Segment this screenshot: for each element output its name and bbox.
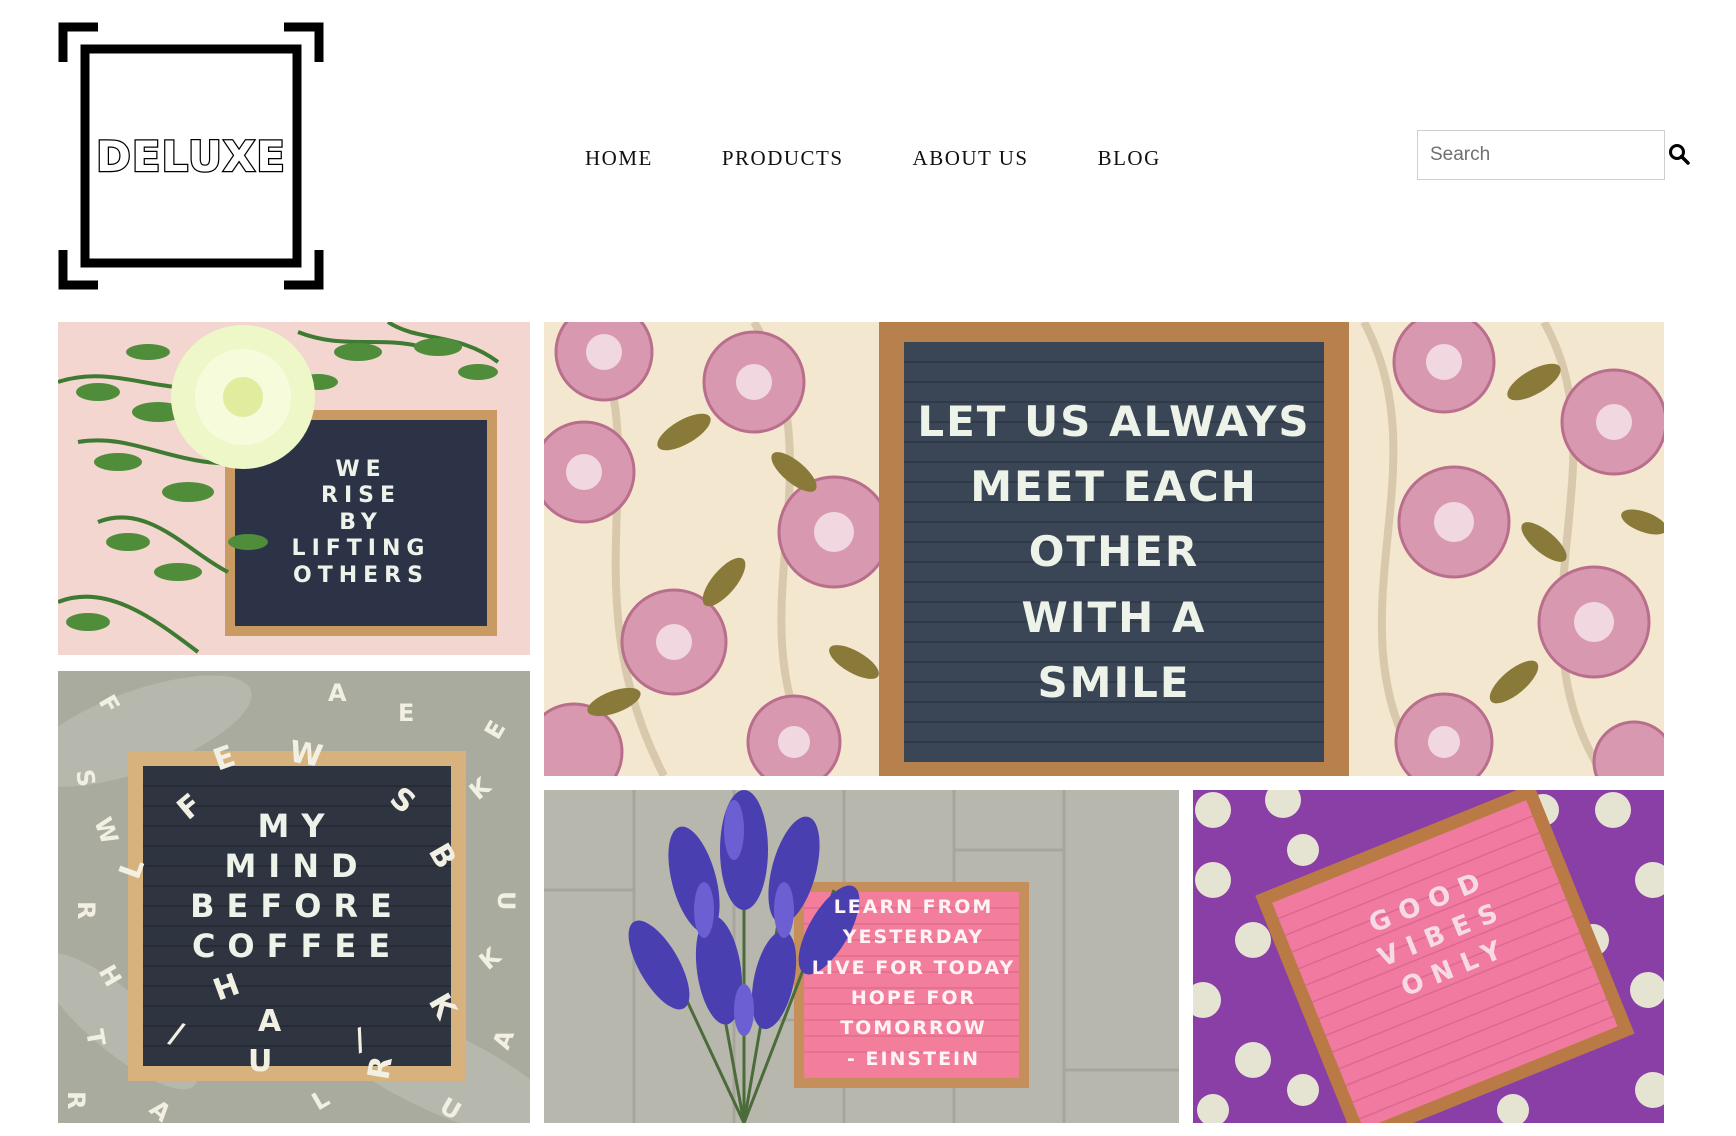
search-box xyxy=(1417,130,1665,180)
main-nav: HOME PRODUCTS ABOUT US BLOG xyxy=(585,146,1230,171)
nav-home[interactable]: HOME xyxy=(585,146,653,171)
nav-products[interactable]: PRODUCTS xyxy=(722,146,844,171)
logo-text: DELUXE xyxy=(95,130,287,182)
gallery-tile-we-rise[interactable]: WE RISE BY LIFTING OTHERS xyxy=(58,322,530,655)
svg-text:A: A xyxy=(258,1004,282,1039)
svg-text:E: E xyxy=(398,699,414,727)
nav-about-us[interactable]: ABOUT US xyxy=(913,146,1029,171)
svg-text:U: U xyxy=(248,1044,272,1079)
search-icon[interactable] xyxy=(1668,143,1690,165)
board-text: WE RISE BY LIFTING OTHERS xyxy=(291,457,431,588)
nav-blog[interactable]: BLOG xyxy=(1098,146,1161,171)
board-text: LET US ALWAYS MEET EACH OTHER WITH A SMI… xyxy=(917,397,1311,707)
board-text: MY MIND BEFORE COFFEE xyxy=(190,807,404,965)
gallery-tile-let-us-always[interactable]: LET US ALWAYS MEET EACH OTHER WITH A SMI… xyxy=(544,322,1664,776)
svg-text:R: R xyxy=(72,901,100,919)
gallery-tile-good-vibes[interactable]: GOOD VIBES ONLY xyxy=(1193,790,1664,1123)
gallery-tile-my-mind[interactable]: F S W R H T R A AE E K U K A U L E W F S… xyxy=(58,671,530,1123)
svg-text:A: A xyxy=(328,679,347,707)
svg-text:U: U xyxy=(492,891,520,911)
svg-text:R: R xyxy=(62,1091,90,1109)
search-input[interactable] xyxy=(1418,131,1664,179)
brand-logo[interactable]: DELUXE xyxy=(58,22,324,290)
gallery-tile-learn-from-yesterday[interactable]: LEARN FROM YESTERDAY LIVE FOR TODAY HOPE… xyxy=(544,790,1179,1123)
board-text: LEARN FROM YESTERDAY LIVE FOR TODAY HOPE… xyxy=(811,895,1016,1070)
svg-text:W: W xyxy=(287,734,326,774)
